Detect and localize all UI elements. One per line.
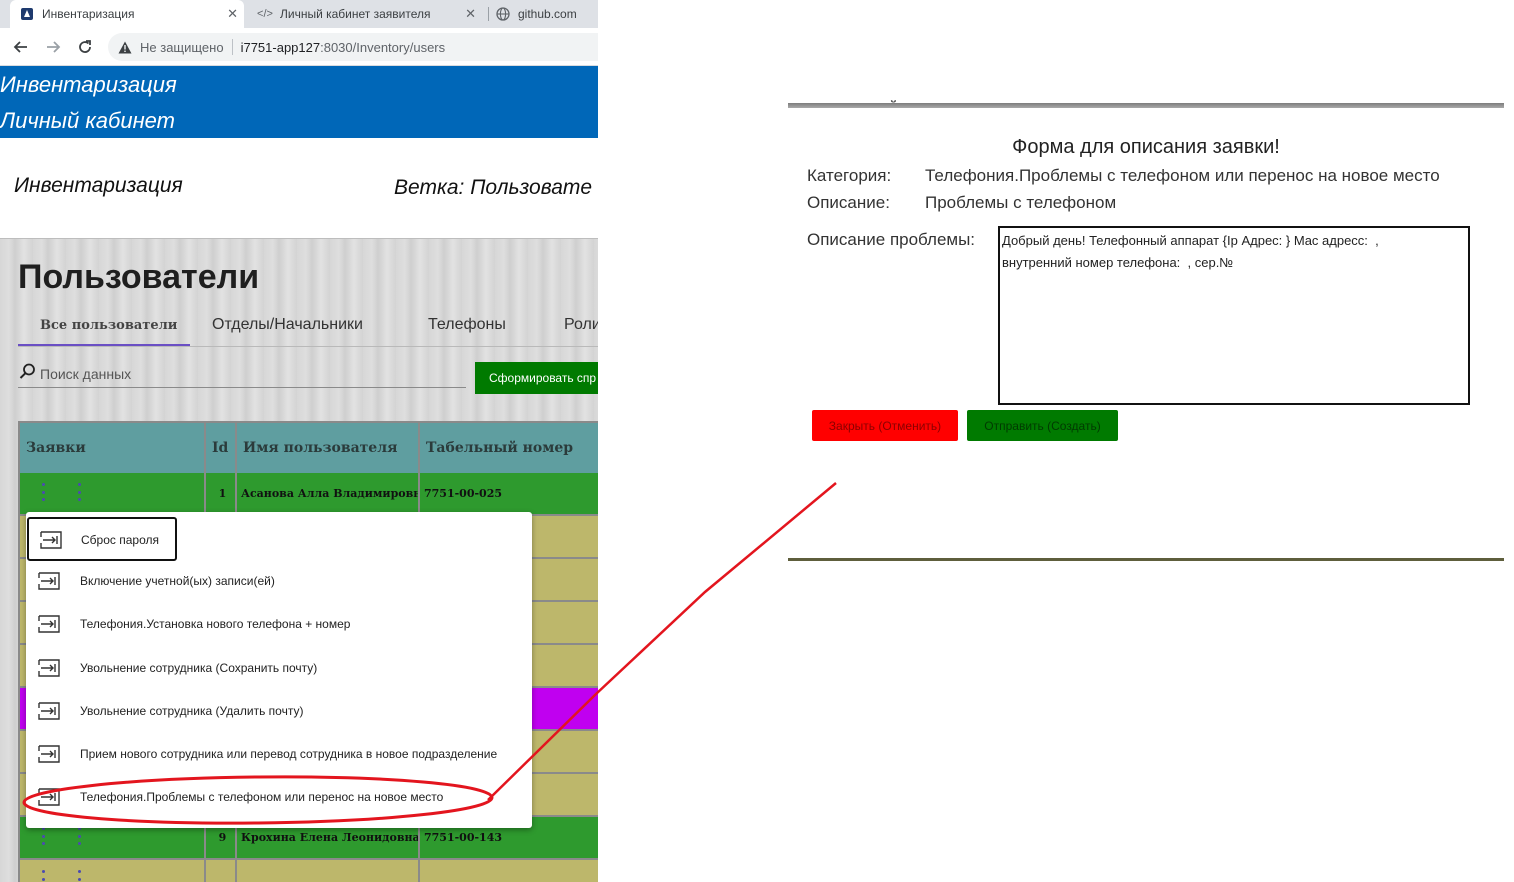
input-arrow-icon (38, 615, 60, 633)
search-icon (18, 362, 38, 382)
tab-title: Инвентаризация (42, 7, 135, 21)
description-label: Описание: (807, 193, 890, 212)
branch-label: Ветка: Пользовате (394, 176, 593, 199)
username-cell (237, 860, 420, 882)
search-input[interactable] (40, 363, 460, 385)
banner-subtitle[interactable]: Личный кабинет (0, 108, 175, 134)
more-vert-icon[interactable] (40, 827, 46, 845)
warning-icon[interactable] (118, 40, 132, 54)
form-top-divider (788, 103, 1504, 108)
description-value: Проблемы с телефоном (925, 193, 1117, 212)
request-context-menu: Сброс пароля Включение учетной(ых) запис… (26, 512, 532, 828)
tab-number-cell (420, 860, 598, 882)
tab-separator (488, 7, 489, 21)
form-bottom-divider (788, 558, 1504, 561)
url-separator (231, 39, 233, 55)
problem-description-textarea[interactable] (998, 226, 1470, 405)
page-title: Пользователи (18, 258, 260, 296)
problem-label: Описание проблемы: (807, 230, 976, 249)
menu-item-label: Сброс пароля (81, 533, 159, 547)
menu-item-dismiss-delete-mail[interactable]: Увольнение сотрудника (Удалить почту) (26, 692, 532, 732)
input-arrow-icon (38, 702, 60, 720)
send-create-button[interactable]: Отправить (Создать) (967, 410, 1118, 441)
input-arrow-icon (40, 531, 62, 549)
menu-item-label: Включение учетной(ых) записи(ей) (80, 574, 275, 588)
requests-cell (20, 860, 206, 882)
app-banner: Инвентаризация Личный кабинет (0, 66, 598, 138)
app-title: Инвентаризация (14, 174, 183, 197)
browser-window: Инвентаризация ✕ </> Личный кабинет заяв… (0, 0, 598, 882)
search-bar (18, 361, 466, 388)
menu-item-label: Увольнение сотрудника (Сохранить почту) (80, 661, 318, 675)
code-favicon-icon: </> (257, 8, 273, 20)
form-title: Форма для описания заявки! (1012, 136, 1280, 158)
id-cell (206, 860, 237, 882)
table-row[interactable]: 1 Асанова Алла Владимировна 7751-00-025 (20, 473, 598, 516)
column-header-username[interactable]: Имя пользователя (237, 421, 420, 473)
reload-icon[interactable] (74, 36, 96, 58)
tab-all-users[interactable]: Все пользователи (40, 318, 177, 333)
more-vert-icon[interactable] (40, 870, 46, 882)
input-arrow-icon (38, 788, 60, 806)
tab-departments[interactable]: Отделы/Начальники (212, 316, 363, 334)
menu-item-label: Увольнение сотрудника (Удалить почту) (80, 704, 304, 718)
column-header-requests[interactable]: Заявки (20, 421, 206, 473)
id-cell: 1 (206, 473, 237, 514)
category-value: Телефония.Проблемы с телефоном или перен… (925, 166, 1440, 185)
url-host: i7751-app127 (240, 39, 321, 55)
tab-github[interactable]: github.com (490, 0, 598, 28)
category-label: Категория: (807, 166, 892, 185)
menu-item-password-reset[interactable]: Сброс пароля (27, 517, 177, 561)
tab-cabinet[interactable]: </> Личный кабинет заявителя ✕ (250, 0, 482, 28)
menu-item-label: Прием нового сотрудника или перевод сотр… (80, 747, 498, 761)
security-label: Не защищено (140, 39, 224, 55)
column-header-tab-number[interactable]: Табельный номер (420, 421, 598, 473)
app-favicon-icon (20, 7, 34, 21)
menu-item-phone-install[interactable]: Телефония.Установка нового телефона + но… (26, 605, 532, 645)
globe-favicon-icon (496, 7, 510, 21)
input-arrow-icon (38, 572, 60, 590)
back-icon[interactable] (10, 36, 32, 58)
menu-item-label: Телефония.Проблемы с телефоном или перен… (80, 790, 444, 804)
tab-roles[interactable]: Роли (564, 316, 598, 334)
banner-title: Инвентаризация (0, 72, 177, 97)
table-row[interactable] (20, 860, 598, 882)
menu-item-dismiss-keep-mail[interactable]: Увольнение сотрудника (Сохранить почту) (26, 649, 532, 689)
more-vert-icon[interactable] (76, 483, 82, 501)
tab-title: github.com (518, 7, 577, 21)
menu-item-label: Телефония.Установка нового телефона + но… (80, 617, 351, 631)
close-cancel-button[interactable]: Закрыть (Отменить) (812, 410, 958, 441)
more-vert-icon[interactable] (76, 870, 82, 882)
menu-item-enable-account[interactable]: Включение учетной(ых) записи(ей) (26, 562, 532, 602)
requests-cell (20, 473, 206, 514)
forward-icon[interactable] (42, 36, 64, 58)
tab-phones[interactable]: Телефоны (428, 316, 506, 334)
close-tab-icon[interactable]: ✕ (227, 6, 238, 22)
username-cell: Асанова Алла Владимировна (237, 473, 420, 514)
generate-report-button[interactable]: Сформировать спр (475, 362, 598, 394)
tab-strip: Инвентаризация ✕ </> Личный кабинет заяв… (0, 0, 598, 28)
tab-title: Личный кабинет заявителя (280, 7, 431, 21)
active-tab-indicator (18, 344, 190, 346)
more-vert-icon[interactable] (76, 827, 82, 845)
more-vert-icon[interactable] (40, 483, 46, 501)
address-bar-row: Не защищено i7751-app127:8030/Inventory/… (0, 28, 598, 66)
column-header-id[interactable]: Id (206, 421, 237, 473)
url-path: :8030/Inventory/users (320, 39, 446, 55)
tab-number-cell: 7751-00-025 (420, 473, 598, 514)
input-arrow-icon (38, 745, 60, 763)
menu-item-hire-transfer[interactable]: Прием нового сотрудника или перевод сотр… (26, 735, 532, 775)
input-arrow-icon (38, 659, 60, 677)
screenshot-root: Инвентаризация ✕ </> Личный кабинет заяв… (0, 0, 1514, 882)
close-tab-icon[interactable]: ✕ (465, 6, 476, 22)
sub-header: Инвентаризация Ветка: Пользовате (0, 138, 598, 238)
tabs-divider (18, 346, 598, 347)
url-field[interactable]: Не защищено i7751-app127:8030/Inventory/… (108, 33, 598, 61)
tab-inventory[interactable]: Инвентаризация ✕ (10, 0, 244, 28)
menu-item-phone-problems[interactable]: Телефония.Проблемы с телефоном или перен… (26, 778, 532, 818)
